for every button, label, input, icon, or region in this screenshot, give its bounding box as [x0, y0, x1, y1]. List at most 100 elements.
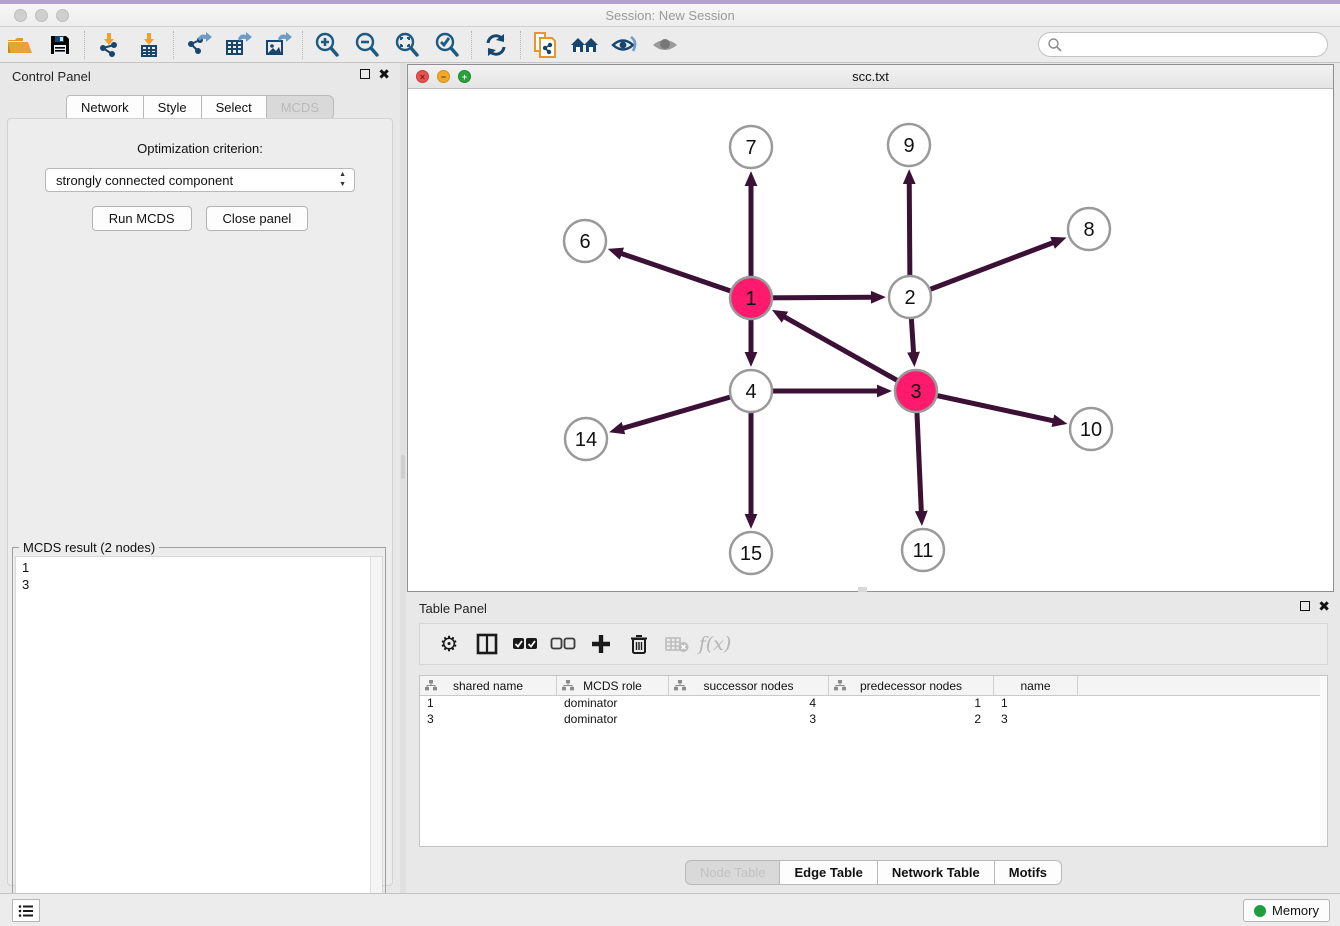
column-header-predecessor-nodes[interactable]: predecessor nodes [829, 676, 994, 695]
import-table-icon [136, 32, 162, 58]
control-tab-mcds[interactable]: MCDS [267, 95, 334, 120]
panel-splitter[interactable] [400, 63, 406, 893]
export-network-button[interactable] [178, 29, 218, 61]
save-disk-icon [49, 34, 71, 56]
close-panel-button[interactable]: Close panel [206, 206, 309, 231]
table-tab-motifs[interactable]: Motifs [995, 860, 1062, 885]
window-titlebar: Session: New Session [0, 4, 1340, 27]
export-table-button[interactable] [218, 29, 258, 61]
cell-MCDS-role[interactable]: dominator [557, 712, 669, 728]
split-columns-icon [476, 633, 498, 655]
node-label-14: 14 [575, 429, 597, 451]
mcds-result-textarea[interactable]: 13 [15, 556, 383, 918]
control-tab-select[interactable]: Select [202, 95, 267, 120]
column-label: name [1020, 679, 1050, 693]
node-table[interactable]: shared nameMCDS role successor nodes prede… [419, 675, 1321, 847]
table-row[interactable]: 1dominator411 [420, 696, 1320, 712]
cell-successor-nodes[interactable]: 4 [669, 696, 829, 712]
splitter-grip[interactable] [401, 455, 405, 479]
float-panel-icon[interactable] [360, 69, 370, 79]
save-session-button[interactable] [40, 29, 80, 61]
cell-predecessor-nodes[interactable]: 2 [829, 712, 994, 728]
table-row[interactable]: 3dominator323 [420, 712, 1320, 728]
control-tab-style[interactable]: Style [144, 95, 202, 120]
show-column-button[interactable] [468, 627, 506, 661]
show-graphics-details-button[interactable] [645, 29, 685, 61]
canvas-resize-grip[interactable] [858, 587, 867, 592]
node-label-8: 8 [1083, 219, 1094, 241]
zoom-fit-button[interactable] [387, 29, 427, 61]
create-column-button[interactable] [582, 627, 620, 661]
cell-MCDS-role[interactable]: dominator [557, 696, 669, 712]
column-header-MCDS-role[interactable]: MCDS role [557, 676, 669, 695]
open-folder-icon [7, 34, 33, 56]
cell-successor-nodes[interactable]: 3 [669, 712, 829, 728]
network-canvas[interactable]: 7968124314101511 [408, 89, 1333, 591]
table-tab-edge-table[interactable]: Edge Table [780, 860, 877, 885]
delete-table-button[interactable] [658, 627, 696, 661]
zoom-selected-icon [434, 32, 460, 58]
list-icon [18, 904, 34, 918]
refresh-icon [484, 33, 508, 57]
hide-graphics-details-button[interactable] [605, 29, 645, 61]
duplicate-network-button[interactable] [525, 29, 565, 61]
import-table-button[interactable] [129, 29, 169, 61]
show-all-networks-button[interactable] [565, 29, 605, 61]
node-label-1: 1 [745, 288, 756, 310]
open-session-button[interactable] [0, 29, 40, 61]
task-history-button[interactable] [12, 899, 40, 922]
export-table-icon [224, 32, 252, 58]
mcds-result-line: 1 [22, 559, 382, 576]
delete-columns-button[interactable] [620, 627, 658, 661]
column-header-shared-name[interactable]: shared name [420, 676, 557, 695]
select-all-columns-button[interactable] [506, 627, 544, 661]
table-scrollbar[interactable] [1320, 675, 1328, 847]
cell-name[interactable]: 1 [994, 696, 1078, 712]
column-header-name[interactable]: name [994, 676, 1078, 695]
table-options-button[interactable]: ⚙ [430, 627, 468, 661]
column-label: successor nodes [703, 679, 793, 693]
close-panel-icon[interactable]: ✖ [1318, 600, 1330, 612]
table-panel: Table Panel ✖ ⚙ [407, 595, 1340, 893]
mcds-result-line: 3 [22, 576, 382, 593]
cell-shared-name[interactable]: 1 [420, 696, 557, 712]
export-network-icon [184, 32, 212, 58]
control-tab-network[interactable]: Network [66, 95, 144, 120]
cell-name[interactable]: 3 [994, 712, 1078, 728]
table-panel-header: Table Panel ✖ [407, 595, 1340, 621]
table-toolbar: ⚙ [419, 623, 1328, 665]
function-builder-button[interactable]: f(x) [696, 627, 734, 661]
float-panel-icon[interactable] [1300, 601, 1310, 611]
zoom-out-button[interactable] [347, 29, 387, 61]
search-input[interactable] [1038, 32, 1328, 57]
zoom-in-icon [314, 32, 340, 58]
edge-2-8[interactable] [910, 242, 1053, 297]
criterion-select[interactable]: strongly connected component ▲▼ [45, 168, 355, 192]
cell-predecessor-nodes[interactable]: 1 [829, 696, 994, 712]
table-panel-title: Table Panel [419, 601, 487, 616]
zoom-selected-button[interactable] [427, 29, 467, 61]
node-label-6: 6 [579, 231, 590, 253]
delete-table-icon [665, 635, 689, 653]
cell-shared-name[interactable]: 3 [420, 712, 557, 728]
table-tab-network-table[interactable]: Network Table [878, 860, 995, 885]
column-header-successor-nodes[interactable]: successor nodes [669, 676, 829, 695]
run-mcds-button[interactable]: Run MCDS [92, 206, 192, 231]
memory-button[interactable]: Memory [1243, 899, 1330, 922]
result-scrollbar[interactable] [370, 557, 382, 917]
homes-icon [570, 34, 600, 56]
plus-icon [591, 634, 611, 654]
close-panel-icon[interactable]: ✖ [378, 68, 390, 80]
control-panel-tabs: NetworkStyleSelectMCDS [0, 95, 400, 120]
import-network-button[interactable] [89, 29, 129, 61]
export-image-button[interactable] [258, 29, 298, 61]
toolbar-separator [173, 31, 174, 59]
zoom-in-button[interactable] [307, 29, 347, 61]
gear-icon: ⚙ [440, 632, 459, 657]
network-frame-titlebar[interactable]: × − + scc.txt [408, 65, 1333, 89]
edge-3-1[interactable] [784, 317, 916, 391]
eye-slash-icon [611, 34, 639, 56]
unselect-all-columns-button[interactable] [544, 627, 582, 661]
table-tab-node-table[interactable]: Node Table [685, 860, 781, 885]
apply-layout-button[interactable] [476, 29, 516, 61]
